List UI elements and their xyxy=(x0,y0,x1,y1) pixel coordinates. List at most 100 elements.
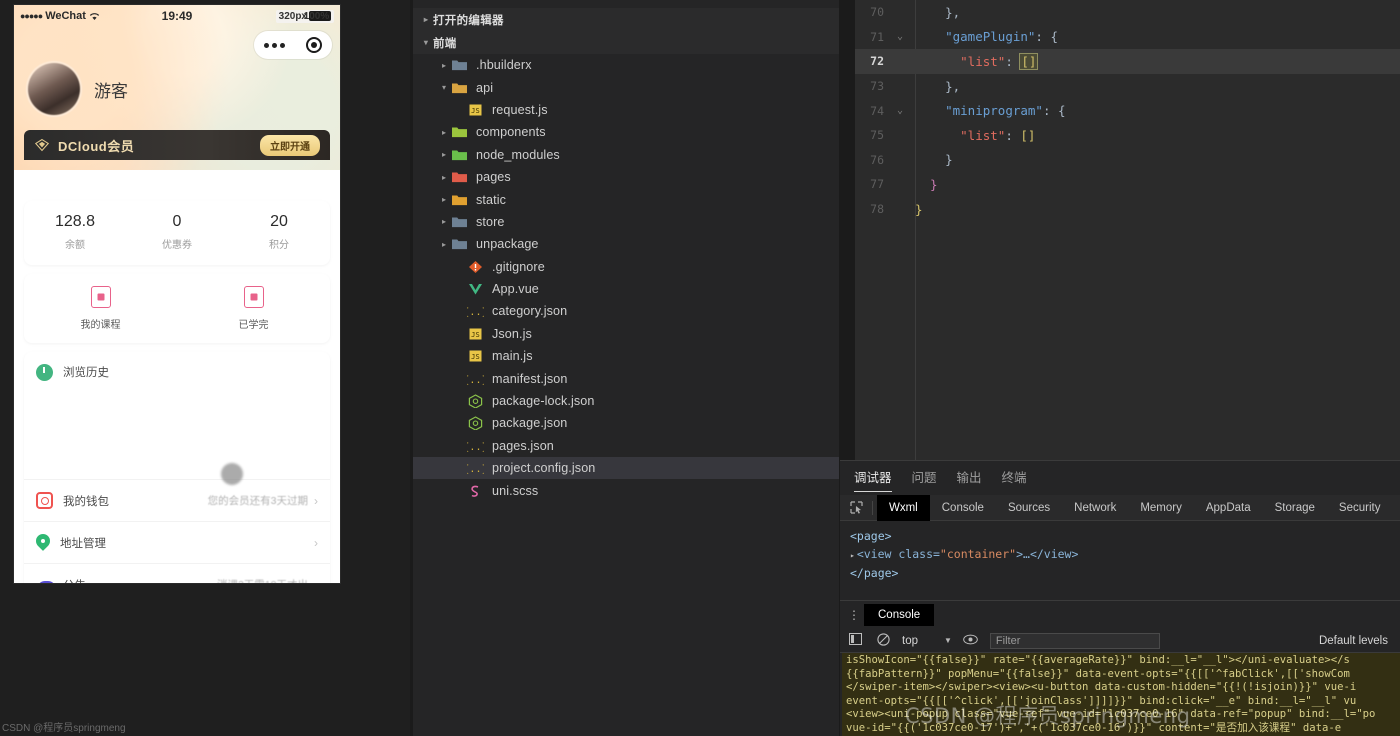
menu-row-address[interactable]: 地址管理 › xyxy=(24,522,330,564)
editor-line[interactable]: 72 "list": [] xyxy=(855,49,1400,74)
chevron-right-icon[interactable]: ▸ xyxy=(437,173,451,182)
chevron-right-icon[interactable]: ▸ xyxy=(437,61,451,70)
tab-output[interactable]: 输出 xyxy=(957,461,982,495)
clear-console-icon[interactable] xyxy=(874,632,892,649)
editor-line[interactable]: 70 }, xyxy=(855,0,1400,25)
stat-coupons[interactable]: 0 优惠券 xyxy=(126,213,228,251)
tab-terminal[interactable]: 终端 xyxy=(1002,461,1027,495)
code-text: "list": [] xyxy=(960,52,1039,70)
tree-file-row[interactable]: .gitignore xyxy=(413,256,839,278)
tree-section-open-editors[interactable]: ▸ 打开的编辑器 xyxy=(413,8,839,31)
tree-file-row[interactable]: {..} manifest.json xyxy=(413,367,839,389)
tree-folder-row[interactable]: ▾ api xyxy=(413,76,839,98)
editor-line[interactable]: 74 ⌄ "miniprogram": { xyxy=(855,98,1400,123)
chevron-right-icon[interactable]: ▸ xyxy=(850,551,855,560)
editor-line[interactable]: 76 } xyxy=(855,148,1400,173)
tree-file-row[interactable]: App.vue xyxy=(413,278,839,300)
tab-debugger[interactable]: 调试器 xyxy=(854,461,892,495)
console-filter-input[interactable]: Filter xyxy=(989,632,1160,649)
tree-section-label: 打开的编辑器 xyxy=(433,14,504,27)
chevron-right-icon[interactable]: ▸ xyxy=(437,217,451,226)
editor-line[interactable]: 77 } xyxy=(855,172,1400,197)
tree-file-row[interactable]: JS Json.js xyxy=(413,323,839,345)
status-right-cluster: 320px 100% xyxy=(275,9,334,23)
wxml-line-view[interactable]: ▸ <view class="container">…</view> xyxy=(850,545,1390,563)
tree-file-row[interactable]: package-lock.json xyxy=(413,390,839,412)
tree-folder-row[interactable]: ▸ .hbuilderx xyxy=(413,54,839,76)
console-tab-title[interactable]: Console xyxy=(864,604,935,626)
stat-balance[interactable]: 128.8 余额 xyxy=(24,213,126,251)
tree-file-row[interactable]: {..} category.json xyxy=(413,300,839,322)
fold-chevron-icon[interactable]: ⌄ xyxy=(891,31,909,42)
show-sidebar-icon[interactable] xyxy=(846,633,864,648)
tree-folder-row[interactable]: ▸ static xyxy=(413,188,839,210)
tab-network[interactable]: Network xyxy=(1062,495,1128,521)
tree-folder-row[interactable]: ▸ components xyxy=(413,121,839,143)
tree-folder-row[interactable]: ▸ node_modules xyxy=(413,144,839,166)
tab-memory[interactable]: Memory xyxy=(1128,495,1194,521)
quick-finished[interactable]: 已学完 xyxy=(177,286,330,331)
tree-file-row[interactable]: uni.scss xyxy=(413,479,839,501)
stat-points[interactable]: 20 积分 xyxy=(228,213,330,251)
tree-folder-row[interactable]: ▸ store xyxy=(413,211,839,233)
wxml-tree[interactable]: <page> ▸ <view class="container">…</view>… xyxy=(840,521,1400,588)
chevron-right-icon[interactable]: ▸ xyxy=(437,150,451,159)
tree-file-row[interactable]: {..} pages.json xyxy=(413,435,839,457)
chevron-right-icon[interactable]: ▸ xyxy=(437,240,451,249)
quick-my-courses[interactable]: 我的课程 xyxy=(24,286,177,331)
code-editor[interactable]: 70 }, 71 ⌄ "gamePlugin": {72 "list": [] 73 … xyxy=(855,0,1400,460)
file-explorer[interactable]: ▸ 打开的编辑器 ▾ 前端 ▸ .hbuilderx ▾ api JS request.j… xyxy=(413,0,839,736)
editor-line[interactable]: 75 "list": [] xyxy=(855,123,1400,148)
chevron-down-icon[interactable]: ▼ xyxy=(944,636,952,645)
stats-card: 128.8 余额 0 优惠券 20 积分 xyxy=(24,201,330,265)
avatar[interactable] xyxy=(28,63,80,115)
console-context-selector[interactable]: top ▼ xyxy=(902,635,952,647)
editor-line[interactable]: 71 ⌄ "gamePlugin": { xyxy=(855,25,1400,50)
more-dots-icon[interactable] xyxy=(264,42,286,48)
tree-section-project[interactable]: ▾ 前端 xyxy=(413,31,839,54)
tab-storage[interactable]: Storage xyxy=(1263,495,1327,521)
console-output[interactable]: isShowIcon="{{false}}" rate="{{averageRa… xyxy=(842,653,1400,736)
wechat-capsule-menu[interactable] xyxy=(254,31,332,59)
tree-file-row[interactable]: JS main.js xyxy=(413,345,839,367)
tab-wxml[interactable]: Wxml xyxy=(877,494,930,521)
tab-appdata[interactable]: AppData xyxy=(1194,495,1263,521)
chevron-down-icon[interactable]: ▾ xyxy=(437,83,451,92)
chevron-down-icon[interactable]: ▾ xyxy=(419,38,433,47)
console-levels-selector[interactable]: Default levels xyxy=(1319,635,1394,647)
json-icon: {..} xyxy=(467,307,484,318)
vip-subscribe-button[interactable]: 立即开通 xyxy=(260,134,320,156)
chevron-right-icon[interactable]: ▸ xyxy=(419,15,433,24)
stat-value: 20 xyxy=(270,213,288,230)
code-text: } xyxy=(915,176,938,192)
fold-chevron-icon[interactable]: ⌄ xyxy=(891,105,909,116)
tree-file-row[interactable]: JS request.js xyxy=(413,99,839,121)
tab-security[interactable]: Security xyxy=(1327,495,1393,521)
eye-icon[interactable] xyxy=(962,634,980,648)
chevron-right-icon[interactable]: ▸ xyxy=(437,195,451,204)
tab-problems[interactable]: 问题 xyxy=(912,461,937,495)
tree-item-label: uni.scss xyxy=(492,483,539,498)
target-icon[interactable] xyxy=(305,37,322,53)
menu-row-notice[interactable]: 公告 消课2天需10天才出 › xyxy=(24,564,330,583)
tree-folder-row[interactable]: ▸ unpackage xyxy=(413,233,839,255)
git-icon xyxy=(469,260,482,273)
editor-line[interactable]: 73 }, xyxy=(855,74,1400,99)
npm-icon xyxy=(468,416,483,431)
inspect-element-icon[interactable] xyxy=(846,499,866,517)
more-vertical-icon[interactable]: ⋮ xyxy=(844,608,864,622)
menu-row-wallet[interactable]: 我的钱包 您的会员还有3天过期 › xyxy=(24,480,330,522)
line-number: 71 xyxy=(870,29,884,44)
menu-row-history[interactable]: 浏览历史 xyxy=(24,352,330,480)
line-number: 78 xyxy=(870,202,884,217)
tree-folder-row[interactable]: ▸ pages xyxy=(413,166,839,188)
vip-banner[interactable]: DCloud会员 立即开通 xyxy=(24,130,330,160)
chevron-right-icon[interactable]: ▸ xyxy=(437,128,451,137)
editor-line[interactable]: 78} xyxy=(855,197,1400,222)
tab-sources[interactable]: Sources xyxy=(996,495,1062,521)
tree-file-row[interactable]: package.json xyxy=(413,412,839,434)
tree-file-row[interactable]: {..} project.config.json xyxy=(413,457,839,480)
npm-icon xyxy=(468,394,483,409)
phone-simulator[interactable]: ●●●●● WeChat 19:49 320px 100% 游客 DCloud会… xyxy=(14,5,340,583)
tab-console[interactable]: Console xyxy=(930,495,996,521)
